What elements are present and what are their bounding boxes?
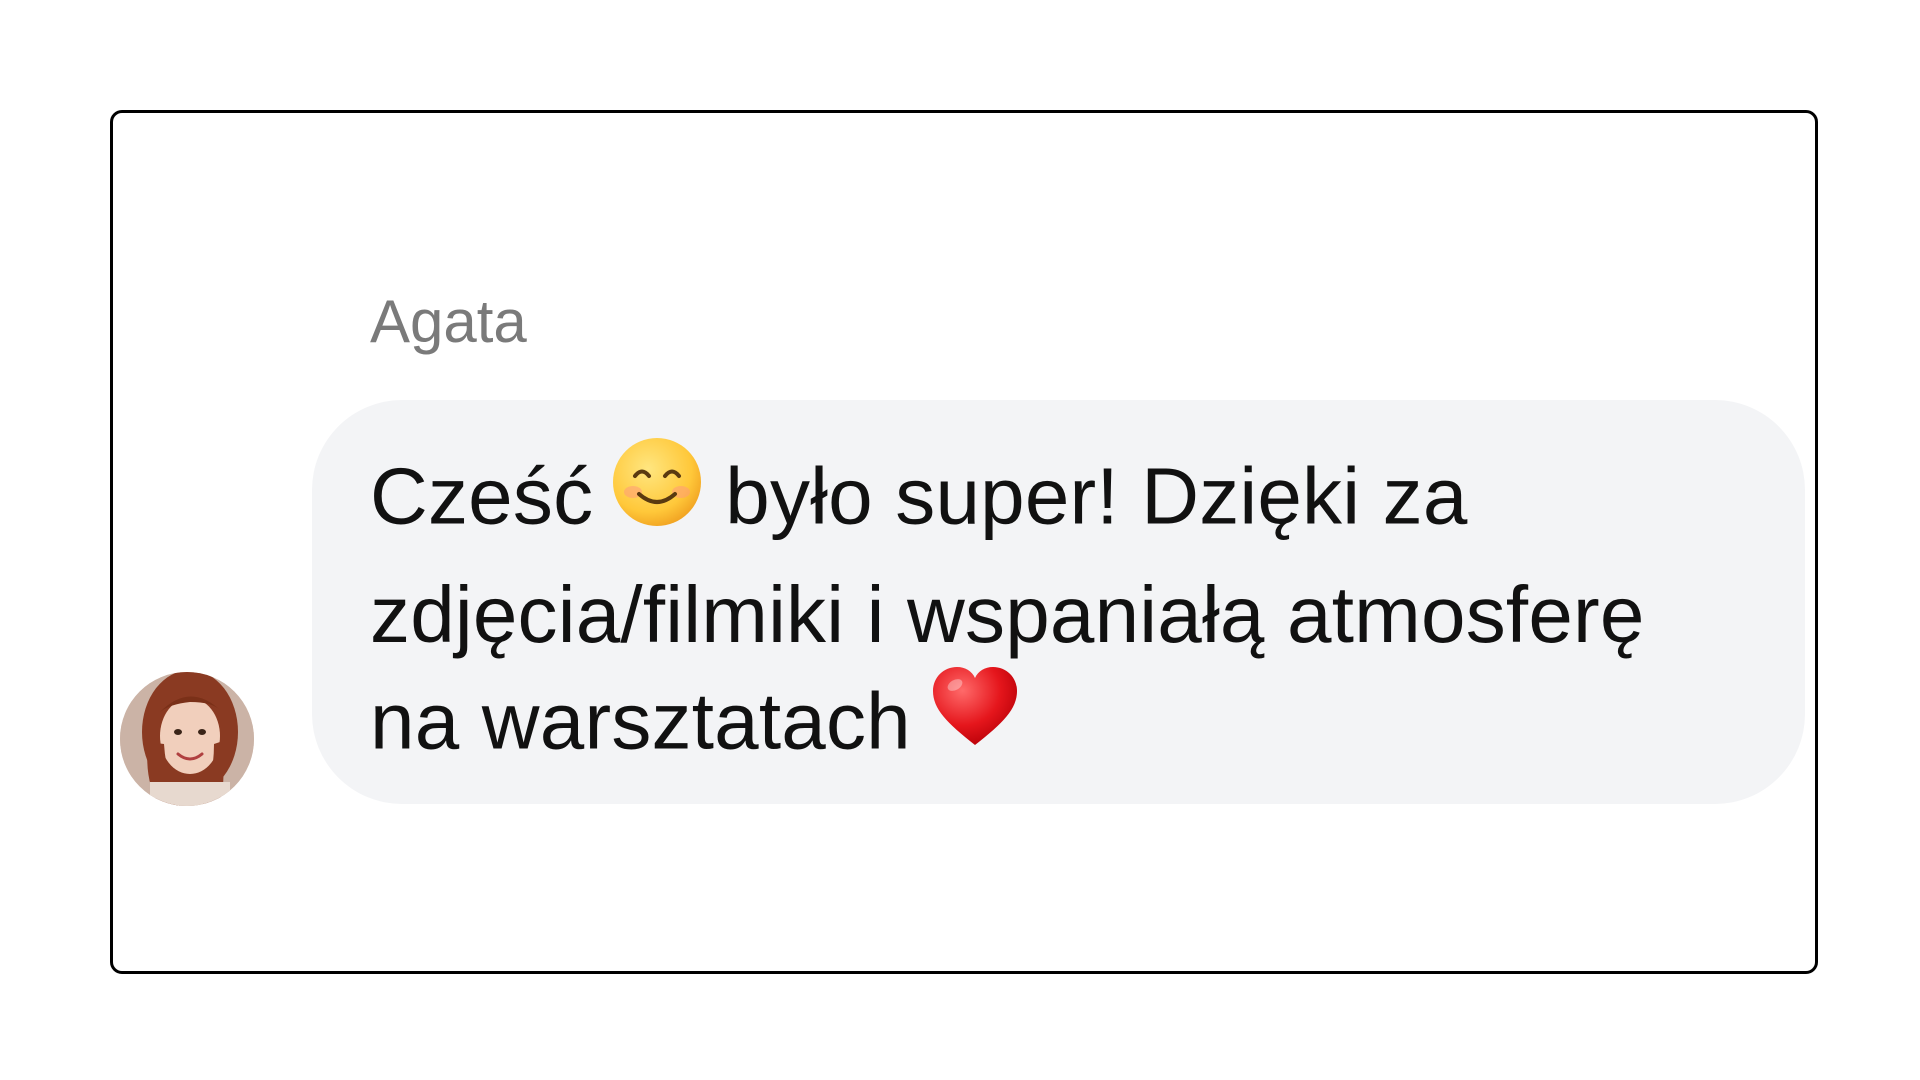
message-line-2: zdjęcia/filmiki i wspaniałą atmosferę [370,570,1645,659]
smiling-face-icon [609,434,705,555]
message-line-1-start: Cześć [370,451,594,541]
red-heart-icon [927,659,1023,780]
message-text: Cześć było super! Dzięki za zdjęcia/film… [370,438,1745,788]
message-line-1: Cześć było super! Dzięki za [370,438,1745,563]
avatar[interactable] [120,672,254,806]
message-line-3-text: na warsztatach [370,676,911,766]
sender-name: Agata [370,288,527,355]
avatar-photo-icon [120,672,254,806]
message-line-3: na warsztatach [370,667,1745,788]
message-line-1-end: było super! Dzięki za [725,451,1468,541]
message-bubble[interactable]: Cześć było super! Dzięki za zdjęcia/film… [312,400,1805,804]
